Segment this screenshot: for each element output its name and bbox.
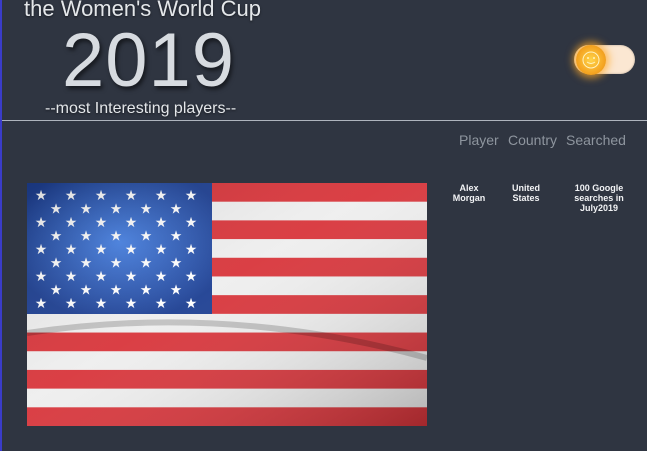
us-flag-image: ★★★★★★★★★★★★★★★★★★★★★★★★★★★★★★★★★★★★★★★★… <box>27 183 427 426</box>
column-header-player: Player <box>459 132 499 148</box>
cell-player: Alex Morgan <box>452 183 486 203</box>
header: the Women's World Cup 2019 --most Intere… <box>2 0 647 120</box>
cell-country: United States <box>512 183 540 203</box>
column-header-searched: Searched <box>566 132 626 148</box>
sun-icon <box>576 45 606 75</box>
column-header-country: Country <box>508 132 558 148</box>
header-divider <box>2 120 647 121</box>
page-subtitle: --most Interesting players-- <box>45 100 237 117</box>
cell-searched: 100 Google searches in July2019 <box>574 183 624 213</box>
year-heading: 2019 <box>62 18 236 103</box>
theme-toggle[interactable] <box>574 45 635 75</box>
